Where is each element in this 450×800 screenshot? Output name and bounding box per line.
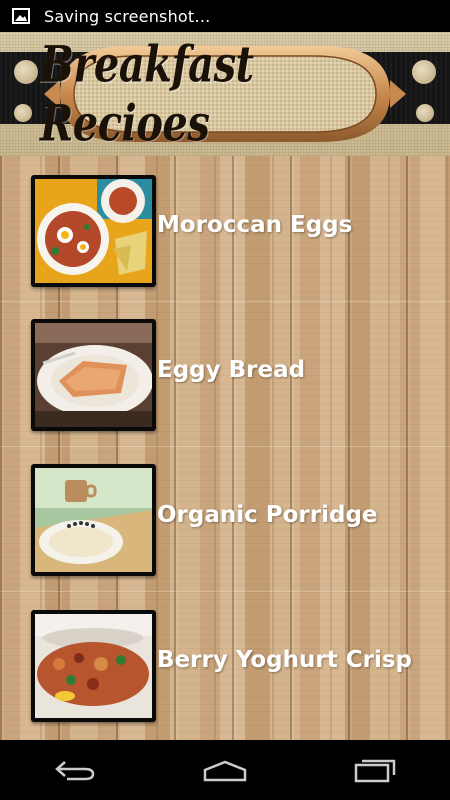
organic-porridge-thumbnail	[31, 464, 156, 576]
system-nav-bar	[0, 740, 450, 800]
list-item[interactable]: Moroccan Eggs	[0, 156, 450, 301]
image-icon	[12, 8, 30, 24]
back-button[interactable]	[45, 750, 105, 790]
eggy-bread-thumbnail	[31, 319, 156, 431]
moroccan-eggs-thumbnail	[31, 175, 156, 287]
right-dot-decoration	[412, 60, 436, 84]
list-item[interactable]: Eggy Bread	[0, 301, 450, 446]
title-plaque: Breakfast Recioes	[40, 35, 410, 153]
list-item[interactable]: Organic Porridge	[0, 446, 450, 591]
recents-icon	[354, 759, 396, 783]
right-dot-decoration-2	[416, 104, 434, 122]
recipe-title: Moroccan Eggs	[157, 212, 353, 238]
back-icon	[55, 761, 95, 781]
recipe-title: Berry Yoghurt Crisp	[157, 647, 412, 673]
recents-button[interactable]	[345, 750, 405, 790]
recipe-list[interactable]: Moroccan Eggs Eggy Bread Organic Porridg…	[0, 156, 450, 740]
left-dot-decoration	[14, 60, 38, 84]
recipe-title: Eggy Bread	[157, 357, 306, 383]
recipe-title: Organic Porridge	[157, 502, 378, 528]
left-dot-decoration-2	[14, 104, 32, 122]
list-scroll-edge	[0, 676, 450, 740]
status-bar: Saving screenshot…	[0, 0, 450, 32]
status-notification-text: Saving screenshot…	[44, 6, 211, 26]
home-button[interactable]	[195, 750, 255, 790]
page-title: Breakfast Recioes	[40, 35, 254, 153]
app-header: Breakfast Recioes	[0, 32, 450, 156]
home-icon	[203, 760, 247, 782]
